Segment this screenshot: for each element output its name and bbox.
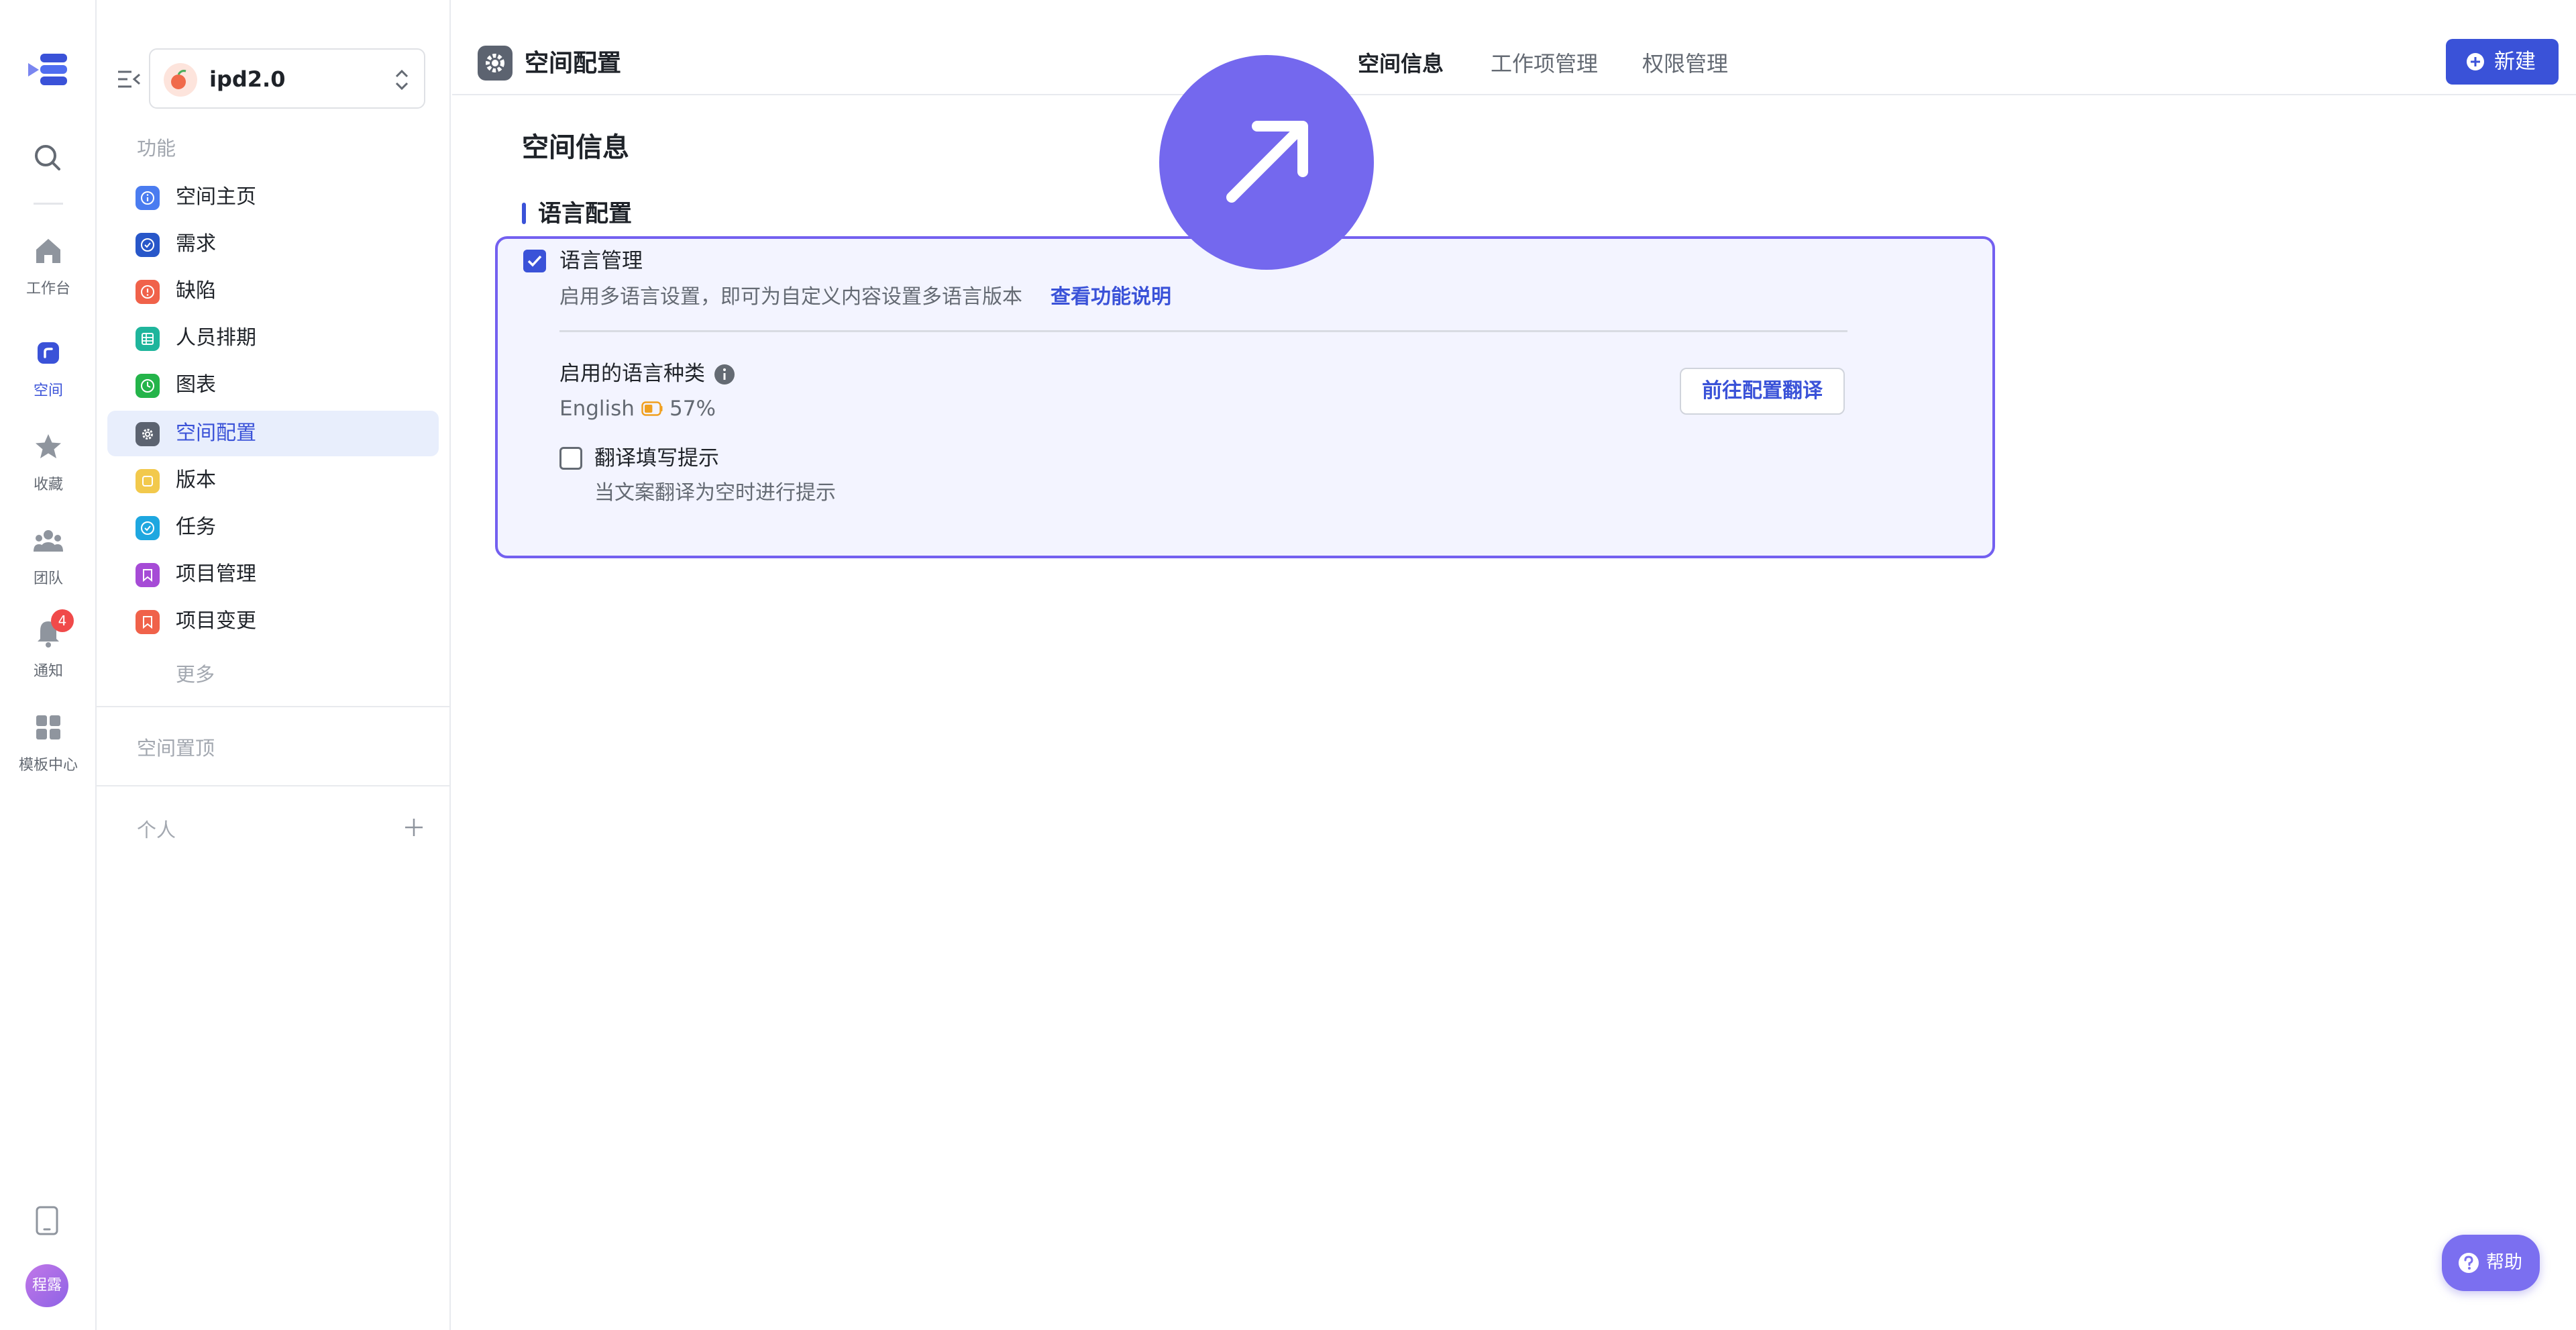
add-personal-icon[interactable]: [402, 816, 425, 839]
info-icon[interactable]: [714, 364, 735, 385]
info-icon: [136, 186, 160, 210]
sidebar-divider: [97, 706, 449, 707]
collapse-sidebar-icon[interactable]: [115, 66, 142, 93]
configure-translation-button[interactable]: 前往配置翻译: [1680, 368, 1845, 415]
sidebar-item-label: 项目管理: [176, 562, 256, 586]
alert-icon: [136, 280, 160, 304]
sidebar-divider: [97, 785, 449, 786]
app-logo-icon[interactable]: [27, 54, 68, 86]
language-mgmt-description: 启用多语言设置，即可为自定义内容设置多语言版本: [559, 285, 1022, 309]
gear-icon: [478, 46, 513, 81]
rail-item-label: 通知: [33, 663, 63, 680]
rail-item-label: 团队: [33, 570, 63, 587]
help-button[interactable]: 帮助: [2442, 1235, 2540, 1291]
project-sidebar: ipd2.0 功能 空间主页 需求 缺陷 人员排期 图表 空间配置 版本 任务 …: [97, 0, 451, 1330]
language-mgmt-checkbox[interactable]: [523, 250, 546, 272]
project-name: ipd2.0: [209, 66, 286, 92]
home-icon: [32, 235, 64, 267]
bookmark-icon: [136, 610, 160, 634]
rail-item-label: 空间: [33, 382, 63, 399]
gear-icon: [136, 422, 160, 446]
sidebar-item-project-mgmt[interactable]: 项目管理: [107, 552, 439, 597]
sidebar-item-requirements[interactable]: 需求: [107, 221, 439, 267]
sidebar-item-label: 任务: [176, 515, 216, 539]
new-button[interactable]: 新建: [2446, 39, 2559, 85]
page-header-title: 空间配置: [525, 50, 622, 77]
page-title: 空间信息: [522, 132, 629, 163]
table-icon: [136, 327, 160, 351]
rail-divider: [34, 203, 63, 205]
translation-hint-description: 当文案翻译为空时进行提示: [594, 481, 836, 505]
sidebar-item-defects[interactable]: 缺陷: [107, 268, 439, 314]
section-label-pinned: 空间置顶: [137, 737, 215, 760]
user-avatar[interactable]: 程露: [25, 1264, 68, 1307]
arrow-up-right-icon: [1226, 121, 1308, 203]
sidebar-item-label: 空间主页: [176, 185, 256, 209]
sidebar-item-project-change[interactable]: 项目变更: [107, 599, 439, 644]
question-icon: [2458, 1252, 2479, 1274]
rail-item-favorites[interactable]: 收藏: [0, 431, 97, 505]
team-icon: [32, 525, 64, 557]
sidebar-item-label: 需求: [176, 232, 216, 256]
sidebar-item-label: 空间配置: [176, 421, 256, 445]
language-config-card: 语言管理 启用多语言设置，即可为自定义内容设置多语言版本 查看功能说明 启用的语…: [495, 236, 1995, 558]
rail-item-space[interactable]: 空间: [0, 337, 97, 411]
plus-circle-icon: [2466, 52, 2485, 71]
chevron-updown-icon: [393, 66, 411, 94]
sidebar-item-tasks[interactable]: 任务: [107, 505, 439, 550]
new-button-label: 新建: [2494, 50, 2536, 74]
tab-work-item-mgmt[interactable]: 工作项管理: [1491, 50, 1598, 78]
help-button-label: 帮助: [2486, 1252, 2522, 1273]
sidebar-item-space-home[interactable]: 空间主页: [107, 174, 439, 220]
rail-item-label: 工作台: [25, 280, 70, 297]
notification-badge: 4: [51, 609, 74, 632]
sidebar-item-versions[interactable]: 版本: [107, 458, 439, 503]
rail-item-workbench[interactable]: 工作台: [0, 235, 97, 309]
rail-item-team[interactable]: 团队: [0, 525, 97, 599]
rail-item-templates[interactable]: 模板中心: [0, 711, 97, 785]
sidebar-item-label: 人员排期: [176, 326, 256, 350]
rail-item-notifications[interactable]: 4 通知: [0, 609, 97, 691]
sidebar-item-label: 版本: [176, 468, 216, 492]
check-circle-icon: [136, 233, 160, 257]
tab-space-info[interactable]: 空间信息: [1358, 50, 1444, 78]
search-icon[interactable]: [31, 141, 64, 174]
language-name: English: [559, 397, 635, 421]
language-mgmt-label: 语言管理: [559, 249, 643, 273]
section-label-features: 功能: [137, 137, 176, 160]
sidebar-item-label: 缺陷: [176, 279, 216, 303]
template-icon: [32, 711, 64, 744]
square-icon: [136, 469, 160, 493]
enabled-languages-label: 启用的语言种类: [559, 362, 705, 386]
view-feature-doc-link[interactable]: 查看功能说明: [1051, 283, 1171, 311]
section-accent-bar: [522, 203, 526, 224]
bookmark-icon: [136, 563, 160, 587]
section-label-personal: 个人: [137, 819, 176, 841]
rail-item-label: 模板中心: [18, 757, 78, 774]
sidebar-item-staff-schedule[interactable]: 人员排期: [107, 315, 439, 361]
card-divider: [559, 330, 1847, 332]
sidebar-item-label: 图表: [176, 373, 216, 397]
translation-progress-icon: [641, 401, 663, 416]
tab-permission-mgmt[interactable]: 权限管理: [1642, 50, 1728, 78]
translation-hint-checkbox[interactable]: [559, 447, 582, 470]
sidebar-item-charts[interactable]: 图表: [107, 362, 439, 408]
clock-icon: [136, 374, 160, 398]
sidebar-item-label: 项目变更: [176, 609, 256, 633]
project-selector[interactable]: ipd2.0: [149, 48, 425, 109]
check-circle-icon: [136, 516, 160, 540]
cursor-indicator: [1159, 55, 1374, 270]
star-icon: [32, 431, 64, 463]
sidebar-item-space-config[interactable]: 空间配置: [107, 411, 439, 456]
project-avatar: [164, 63, 197, 97]
mobile-icon[interactable]: [35, 1205, 59, 1236]
app-rail: 工作台 空间 收藏 团队 4 通知 模板中心 程露: [0, 0, 97, 1330]
space-icon: [32, 337, 64, 369]
sidebar-more-link[interactable]: 更多: [176, 659, 215, 687]
translation-hint-label: 翻译填写提示: [594, 446, 719, 470]
rail-item-label: 收藏: [33, 476, 63, 493]
translation-progress-value: 57%: [669, 397, 716, 421]
section-title: 语言配置: [538, 201, 633, 227]
top-header: 空间配置 空间信息 工作项管理 权限管理 新建: [452, 0, 2576, 95]
